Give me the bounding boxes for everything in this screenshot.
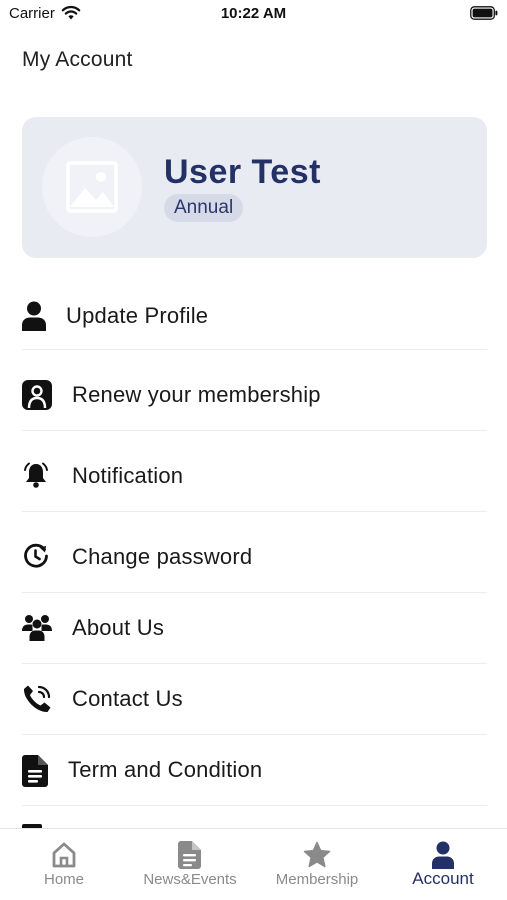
menu-item-about-us[interactable]: About Us: [22, 593, 487, 664]
bottom-tab-bar: Home News&Events Membership Account: [0, 828, 507, 900]
menu-item-notification[interactable]: Notification: [22, 441, 487, 512]
phone-icon: [22, 684, 51, 714]
image-placeholder-icon: [66, 161, 118, 213]
profile-card: User Test Annual: [22, 117, 487, 258]
menu-item-label: Term and Condition: [68, 757, 263, 782]
menu-item-update-profile[interactable]: Update Profile: [22, 282, 487, 350]
menu-item-term-and-condition[interactable]: Term and Condition: [22, 735, 487, 806]
menu-item-label: Notification: [72, 463, 184, 488]
bell-icon: [22, 461, 50, 491]
menu-item-change-password[interactable]: Change password: [22, 522, 487, 593]
star-icon: [303, 841, 331, 869]
avatar[interactable]: [42, 137, 142, 237]
document-icon: [176, 841, 204, 869]
user-name: User Test: [164, 153, 321, 191]
menu-item-label: Contact Us: [72, 686, 183, 711]
membership-plan-badge: Annual: [164, 194, 244, 222]
menu-item-label: Change password: [72, 544, 253, 569]
tab-label: Membership: [275, 871, 359, 888]
menu-item-label: Renew your membership: [72, 382, 321, 407]
home-icon: [50, 841, 78, 869]
battery-icon: [470, 6, 498, 20]
tab-news-events[interactable]: News&Events: [130, 829, 250, 900]
status-time: 10:22 AM: [220, 5, 287, 22]
tab-label: Account: [412, 869, 474, 888]
person-icon: [22, 301, 50, 331]
account-screen: Carrier 10:22 AM My Account User Test An…: [0, 0, 507, 900]
tab-account[interactable]: Account: [393, 829, 493, 900]
document-icon: [22, 755, 50, 787]
people-group-icon: [22, 613, 52, 643]
person-icon: [429, 841, 457, 869]
tab-label: News&Events: [143, 871, 237, 888]
clock-refresh-icon: [22, 542, 50, 572]
status-bar: Carrier 10:22 AM: [0, 0, 507, 30]
menu-item-renew-membership[interactable]: Renew your membership: [22, 360, 487, 431]
page-title: My Account: [22, 48, 133, 71]
menu-item-contact-us[interactable]: Contact Us: [22, 664, 487, 735]
tab-label: Home: [43, 871, 84, 888]
menu-item-label: About Us: [72, 615, 165, 640]
tab-membership[interactable]: Membership: [262, 829, 372, 900]
membership-card-icon: [22, 380, 52, 410]
menu-item-label: Update Profile: [66, 302, 209, 328]
tab-home[interactable]: Home: [14, 829, 114, 900]
